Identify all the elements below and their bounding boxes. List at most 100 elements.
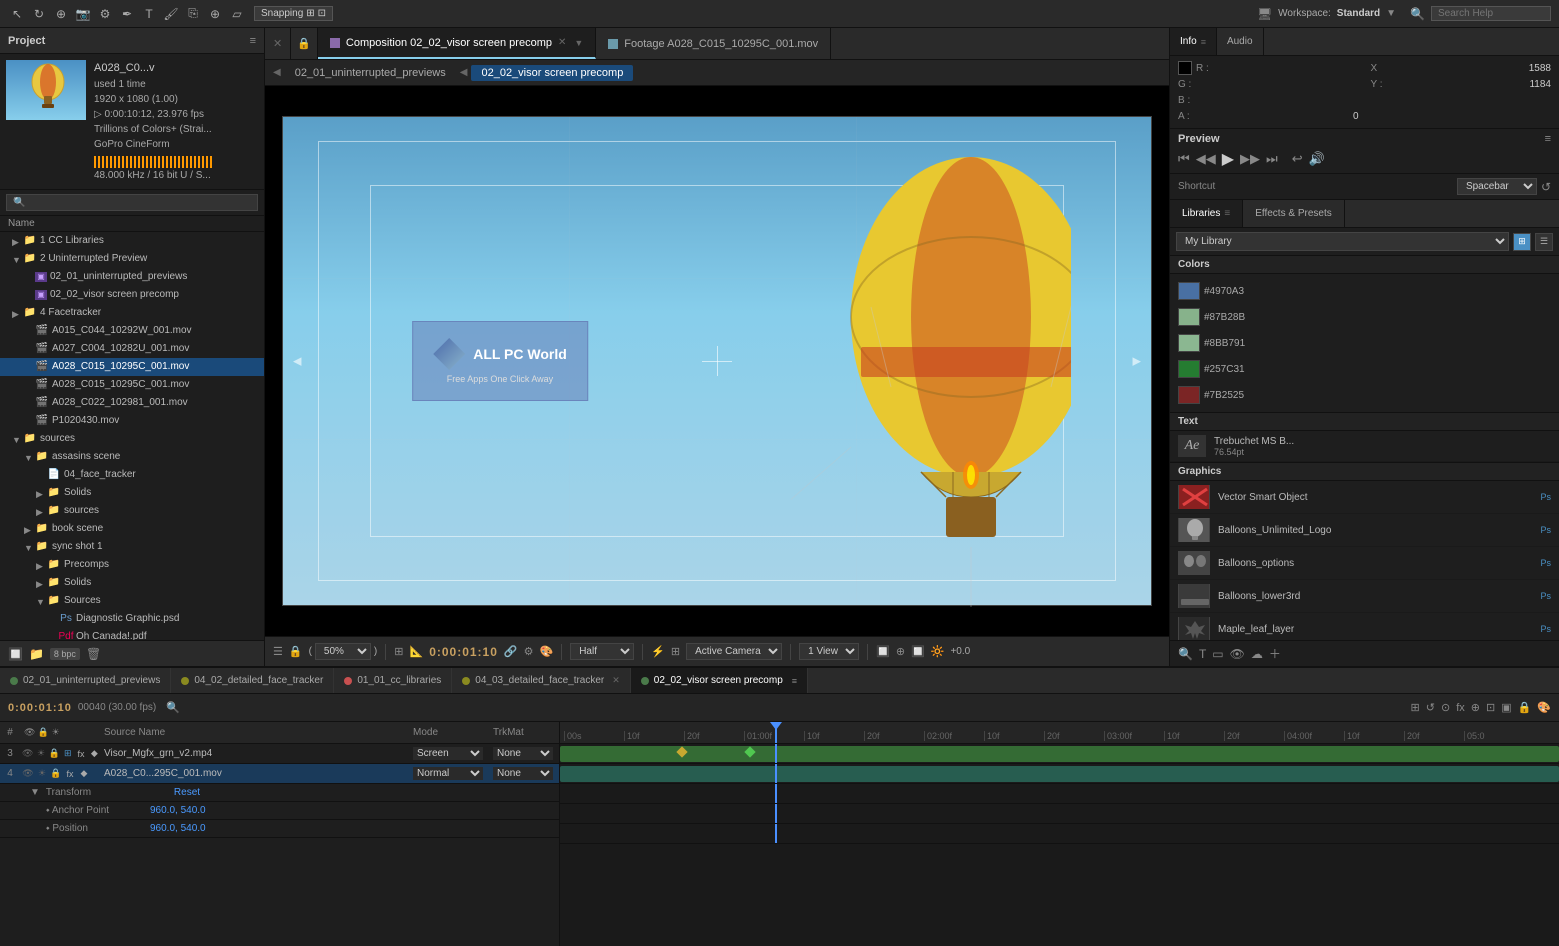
graphic-item-3[interactable]: Balloons_options Ps	[1170, 547, 1559, 580]
pen-tool-icon[interactable]: ✒	[118, 5, 136, 23]
view-lib-icon[interactable]: 👁	[1230, 647, 1245, 661]
loop-icon[interactable]: ↩	[1292, 151, 1303, 167]
tab-footage[interactable]: Footage A028_C015_10295C_001.mov	[596, 28, 831, 59]
zoom-tool-icon[interactable]: ⊕	[52, 5, 70, 23]
tl-ctrl-7[interactable]: ▣	[1501, 701, 1511, 714]
puppet-tool-icon[interactable]: ⊕	[206, 5, 224, 23]
tl-ctrl-1[interactable]: ⊞	[1411, 701, 1420, 714]
tl-ctrl-8[interactable]: 🔒	[1518, 701, 1532, 714]
layer-trkmat-select-4[interactable]: None	[493, 767, 553, 780]
tree-item-vid2[interactable]: ▶ 🎬 A027_C004_10282U_001.mov	[0, 340, 264, 358]
shape-tool-icon[interactable]: ▱	[228, 5, 246, 23]
rotate-tool-icon[interactable]: ↻	[30, 5, 48, 23]
grid-view-button[interactable]: ⊞	[1513, 233, 1531, 251]
tree-item-face-tracker[interactable]: ▶ 📄 04_face_tracker	[0, 466, 264, 484]
cloud-lib-icon[interactable]: ☁	[1251, 647, 1263, 661]
tree-item-vid5[interactable]: ▶ 🎬 A028_C022_102981_001.mov	[0, 394, 264, 412]
step-back-icon[interactable]: ◀◀	[1196, 151, 1216, 167]
camera-select[interactable]: Active Camera	[686, 643, 782, 660]
tab-comp[interactable]: Composition 02_02_visor screen precomp ✕…	[318, 28, 596, 59]
play-button[interactable]: ▶	[1222, 149, 1234, 169]
color-item-3[interactable]: #8BB791	[1178, 332, 1551, 354]
panel-menu-icon[interactable]: ≡	[250, 35, 256, 47]
new-item-icon[interactable]: 🔲	[8, 647, 23, 661]
tree-item-sources3[interactable]: ▼ 📁 Sources	[0, 592, 264, 610]
tree-item-sources[interactable]: ▼ 📁 sources	[0, 430, 264, 448]
exposure-icon[interactable]: 🔆	[931, 645, 945, 658]
delete-icon[interactable]: 🗑	[86, 647, 101, 661]
lock-icon-3[interactable]: 🔒	[49, 748, 60, 760]
tree-item-facetracker[interactable]: ▶ 📁 4 Facetracker	[0, 304, 264, 322]
viewer-grid-icon2[interactable]: ⊞	[671, 645, 680, 658]
info-tab-menu[interactable]: ≡	[1201, 37, 1206, 47]
paint-tool-icon[interactable]: 🖌	[162, 5, 180, 23]
tl-ctrl-5[interactable]: ⊕	[1471, 701, 1480, 714]
channel-icons[interactable]: 🔲	[876, 645, 890, 658]
audio-tab[interactable]: Audio	[1217, 28, 1264, 55]
keyframe-icon-3[interactable]: ◆	[89, 748, 100, 760]
link-icon[interactable]: 🔗	[504, 645, 518, 658]
audio-preview-icon[interactable]: 🔊	[1309, 151, 1325, 167]
preview-menu-icon[interactable]: ≡	[1545, 133, 1551, 145]
tree-item-diag[interactable]: ▶ Ps Diagnostic Graphic.psd	[0, 610, 264, 628]
folder-icon[interactable]: 📁	[29, 647, 44, 661]
timeline-tab-3[interactable]: 01_01_cc_libraries	[334, 668, 452, 693]
timeline-tab-4[interactable]: 04_03_detailed_face_tracker ✕	[452, 668, 631, 693]
tree-item-sources2[interactable]: ▶ 📁 sources	[0, 502, 264, 520]
layer-trkmat-select-3[interactable]: None	[493, 747, 553, 760]
tl-ctrl-9[interactable]: 🎨	[1537, 701, 1551, 714]
vis-icon-4[interactable]: 👁	[22, 768, 34, 780]
fx-icon-4[interactable]: fx	[64, 768, 76, 780]
viewer-settings-icon[interactable]: ☰	[273, 645, 283, 658]
select-tool-icon[interactable]: ↖	[8, 5, 26, 23]
grid-icon[interactable]: ⊞	[394, 645, 403, 658]
project-search-input[interactable]	[6, 194, 258, 211]
layer-row-3[interactable]: 3 👁 ☀ 🔒 ⊞ fx ◆ Visor_Mgfx_grn_v2.mp4 Scr…	[0, 744, 559, 764]
solo-icon-4[interactable]: ☀	[36, 768, 48, 780]
channel-icon2[interactable]: ⊕	[896, 645, 905, 658]
search-input[interactable]	[1431, 6, 1551, 21]
viewer-lock-icon[interactable]: 🔒	[289, 645, 303, 658]
tree-item-solids1[interactable]: ▶ 📁 Solids	[0, 484, 264, 502]
keyframe-icon-4[interactable]: ◆	[78, 768, 90, 780]
track-bar-3[interactable]	[560, 746, 1559, 762]
tree-item-unint[interactable]: ▼ 📁 2 Uninterrupted Preview	[0, 250, 264, 268]
tl-ctrl-6[interactable]: ⊡	[1486, 701, 1495, 714]
search-lib-icon[interactable]: 🔍	[1178, 647, 1193, 661]
solo-icon-3[interactable]: ☀	[35, 748, 46, 760]
library-select[interactable]: My Library	[1176, 232, 1509, 251]
tree-item-sync-shot[interactable]: ▼ 📁 sync shot 1	[0, 538, 264, 556]
layer-mode-select-3[interactable]: ScreenNormal	[413, 747, 483, 760]
goto-start-icon[interactable]: ⏮	[1178, 151, 1190, 167]
add-lib-icon[interactable]: ＋	[1269, 645, 1281, 662]
color-item-1[interactable]: #4970A3	[1178, 280, 1551, 302]
color-item-4[interactable]: #257C31	[1178, 358, 1551, 380]
tab-close-btn[interactable]: ✕	[265, 28, 291, 59]
color-icon[interactable]: 🎨	[539, 645, 553, 658]
step-forward-icon[interactable]: ▶▶	[1240, 151, 1260, 167]
tree-item-vid4[interactable]: ▶ 🎬 A028_C015_10295C_001.mov	[0, 376, 264, 394]
tree-item-solids2[interactable]: ▶ 📁 Solids	[0, 574, 264, 592]
timeline-tab-5[interactable]: 02_02_visor screen precomp ≡	[631, 668, 808, 693]
search-tl-icon[interactable]: 🔍	[166, 701, 180, 714]
tree-item-cc-libs[interactable]: ▶ 📁 1 CC Libraries	[0, 232, 264, 250]
libraries-tab[interactable]: Libraries ≡	[1170, 200, 1243, 227]
text-tool-icon[interactable]: T	[140, 5, 158, 23]
view-select[interactable]: 1 View	[799, 643, 859, 660]
timeline-tab-1[interactable]: 02_01_uninterrupted_previews	[0, 668, 171, 693]
timeline-tab-2[interactable]: 04_02_detailed_face_tracker	[171, 668, 334, 693]
sub-tab-arrow-left[interactable]: ◀	[273, 67, 281, 78]
graphic-item-4[interactable]: Balloons_lower3rd Ps	[1170, 580, 1559, 613]
tree-item-assasins[interactable]: ▼ 📁 assasins scene	[0, 448, 264, 466]
zoom-select[interactable]: 50%100%25%	[315, 643, 371, 660]
tl-ctrl-2[interactable]: ↺	[1426, 701, 1435, 714]
workspace-dropdown-icon[interactable]: ▼	[1386, 8, 1396, 19]
rect-lib-icon[interactable]: ▭	[1212, 647, 1223, 661]
camera-tool-icon[interactable]: 📷	[74, 5, 92, 23]
clone-tool-icon[interactable]: ⎘	[184, 5, 202, 23]
ruler-playhead[interactable]	[775, 722, 777, 743]
track-bar-4[interactable]	[560, 766, 1559, 782]
tree-item-vid6[interactable]: ▶ 🎬 P1020430.mov	[0, 412, 264, 430]
ruler-icon[interactable]: 📐	[409, 645, 423, 658]
vis-icon-3[interactable]: 👁	[22, 748, 33, 760]
